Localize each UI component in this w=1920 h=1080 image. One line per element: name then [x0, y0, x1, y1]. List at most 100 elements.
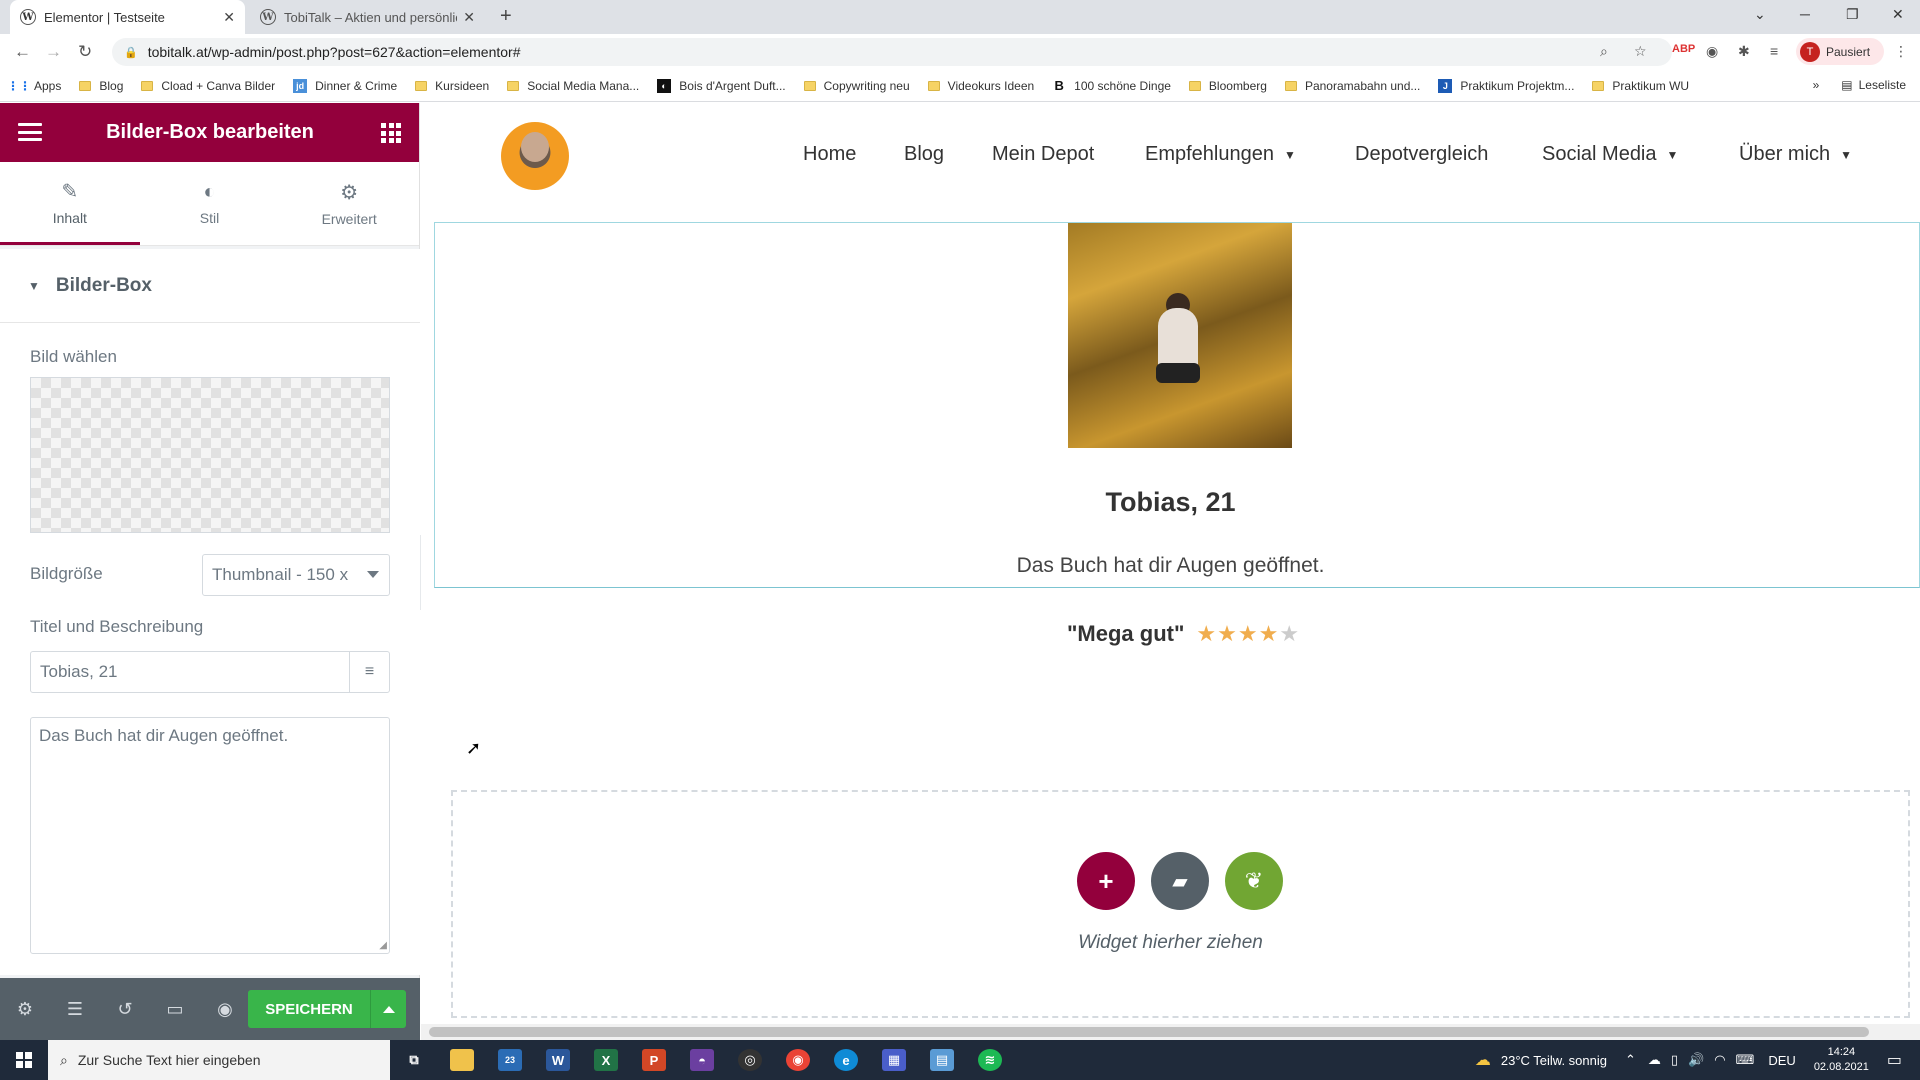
chrome-icon[interactable]: ◉ [774, 1040, 822, 1080]
bookmark-star-icon[interactable]: ☆ [1634, 43, 1647, 60]
star-rating-widget[interactable]: "Mega gut" ★★★★★ [1067, 621, 1300, 647]
bookmark-item[interactable]: jd Dinner & Crime [293, 78, 397, 93]
powerpoint-icon[interactable]: P [630, 1040, 678, 1080]
nav-mein-depot[interactable]: Mein Depot [992, 143, 1094, 166]
volume-icon[interactable]: 🔊 [1688, 1052, 1704, 1068]
bookmark-item[interactable]: Bloomberg [1188, 79, 1267, 93]
edge-icon[interactable]: e [822, 1040, 870, 1080]
grammarly-icon[interactable]: ◉ [1706, 43, 1718, 60]
new-tab-icon[interactable]: + [500, 5, 512, 28]
url-bar[interactable]: 🔒 tobitalk.at/wp-admin/post.php?post=627… [112, 38, 1672, 66]
reading-mode-icon[interactable]: ≡ [1770, 43, 1778, 59]
bookmark-item[interactable]: Cload + Canva Bilder [141, 79, 275, 93]
template-kit-leaf-icon[interactable]: ❦ [1225, 852, 1283, 910]
language-indicator[interactable]: DEU [1768, 1053, 1795, 1068]
chevron-up-icon[interactable]: ⌃ [1625, 1052, 1636, 1068]
bookmark-item[interactable]: Kursideen [415, 79, 489, 93]
section-toggle[interactable]: ▼ Bilder-Box [0, 249, 420, 323]
clock[interactable]: 14:24 02.08.2021 [1814, 1045, 1869, 1075]
add-section-button[interactable]: + [1077, 852, 1135, 910]
bookmark-item[interactable]: J Praktikum Projektm... [1438, 78, 1574, 93]
notifications-icon[interactable]: ▭ [1887, 1050, 1902, 1070]
back-icon[interactable]: ← [14, 42, 31, 62]
responsive-mode-icon[interactable]: ▭ [150, 999, 200, 1020]
history-icon[interactable]: ↺ [100, 999, 150, 1020]
bookmark-item[interactable]: Panoramabahn und... [1284, 79, 1420, 93]
settings-icon[interactable]: ⚙ [0, 999, 50, 1020]
bookmark-item[interactable]: Blog [79, 79, 123, 93]
image-box-photo[interactable] [1068, 223, 1292, 448]
save-options-button[interactable] [370, 990, 406, 1028]
resize-grip-icon[interactable]: ◢ [379, 940, 387, 951]
profile-button[interactable]: T Pausiert [1796, 38, 1884, 65]
image-chooser[interactable] [30, 377, 390, 533]
horizontal-scrollbar[interactable] [421, 1024, 1920, 1040]
nav-ueber-mich[interactable]: Über mich ▼ [1739, 143, 1852, 166]
nav-depotvergleich[interactable]: Depotvergleich [1355, 143, 1488, 166]
scrollbar-thumb[interactable] [429, 1027, 1869, 1037]
start-button[interactable] [0, 1040, 48, 1080]
folder-icon [507, 80, 520, 91]
title-input[interactable]: Tobias, 21 ≡ [30, 651, 390, 693]
keyboard-icon[interactable]: ⌨ [1736, 1052, 1755, 1068]
browser-tab-active[interactable]: W Elementor | Testseite ✕ [10, 0, 245, 34]
obs-icon[interactable]: ◎ [726, 1040, 774, 1080]
app-icon[interactable]: ◓ [678, 1040, 726, 1080]
zoom-icon[interactable]: ⌕ [1600, 43, 1608, 60]
tab-inhalt[interactable]: ✎ Inhalt [0, 162, 140, 245]
browser-tab-inactive[interactable]: W TobiTalk – Aktien und persönliche ✕ [250, 0, 485, 34]
spotify-icon[interactable]: ≋ [966, 1040, 1014, 1080]
pencil-icon: ✎ [61, 180, 79, 203]
image-size-select[interactable]: Thumbnail - 150 x [202, 554, 390, 596]
app-icon[interactable]: ▦ [870, 1040, 918, 1080]
add-template-folder-icon[interactable]: ▰ [1151, 852, 1209, 910]
mail-icon[interactable]: 23 [486, 1040, 534, 1080]
menu-dots-icon[interactable]: ⋮ [1894, 43, 1908, 60]
save-button[interactable]: SPEICHERN [248, 990, 370, 1028]
wifi-icon[interactable]: ◠ [1714, 1052, 1725, 1068]
close-tab-icon[interactable]: ✕ [223, 9, 235, 26]
tab-stil[interactable]: ◐ Stil [140, 162, 280, 245]
nav-home[interactable]: Home [803, 143, 856, 166]
excel-icon[interactable]: X [582, 1040, 630, 1080]
maximize-icon[interactable]: ❐ [1846, 6, 1859, 23]
bookmark-item[interactable]: Videokurs Ideen [927, 79, 1034, 93]
task-view-icon[interactable]: ⧉ [390, 1040, 438, 1080]
bookmark-item[interactable]: ◐ Bois d'Argent Duft... [657, 78, 786, 93]
close-window-icon[interactable]: ✕ [1892, 6, 1904, 23]
word-icon[interactable]: W [534, 1040, 582, 1080]
title-desc-label: Titel und Beschreibung [30, 617, 204, 636]
nav-empfehlungen[interactable]: Empfehlungen ▼ [1145, 143, 1296, 166]
image-box-description: Das Buch hat dir Augen geöffnet. [1016, 554, 1325, 577]
description-textarea[interactable]: Das Buch hat dir Augen geöffnet. ◢ [30, 717, 390, 954]
bookmark-item[interactable]: Social Media Mana... [507, 79, 639, 93]
bookmark-apps[interactable]: ⋮⋮ Apps [7, 79, 61, 93]
navigator-layers-icon[interactable]: ☰ [50, 999, 100, 1020]
reading-list-button[interactable]: » ▤ Leseliste [1813, 78, 1906, 92]
notepad-icon[interactable]: ▤ [918, 1040, 966, 1080]
nav-blog[interactable]: Blog [904, 143, 944, 166]
tab-search-icon[interactable]: ⌄ [1754, 6, 1766, 23]
reading-list-icon: ▤ [1841, 78, 1853, 92]
taskbar-search[interactable]: ⌕ Zur Suche Text hier eingeben [48, 1040, 390, 1080]
file-explorer-icon[interactable] [438, 1040, 486, 1080]
adblock-icon[interactable]: ABP [1672, 43, 1695, 55]
cloud-icon[interactable]: ☁ [1648, 1052, 1661, 1068]
bookmark-item[interactable]: B 100 schöne Dinge [1052, 78, 1170, 93]
extensions-icon[interactable]: ✱ [1738, 43, 1750, 60]
more-bookmarks-icon[interactable]: » [1813, 78, 1820, 92]
power-icon[interactable]: ▯ [1671, 1052, 1678, 1068]
preview-eye-icon[interactable]: ◉ [200, 999, 250, 1020]
bookmark-item[interactable]: Praktikum WU [1592, 79, 1689, 93]
close-tab-icon[interactable]: ✕ [463, 9, 475, 26]
site-logo[interactable] [501, 122, 569, 190]
widgets-grid-icon[interactable] [381, 123, 401, 143]
forward-icon[interactable]: → [45, 42, 62, 62]
minimize-icon[interactable]: ─ [1800, 6, 1810, 22]
nav-social-media[interactable]: Social Media ▼ [1542, 143, 1678, 166]
dynamic-tags-icon[interactable]: ≡ [349, 652, 389, 692]
tab-erweitert[interactable]: ⚙ Erweitert [279, 162, 419, 245]
reload-icon[interactable]: ↻ [78, 42, 92, 62]
weather-text[interactable]: 23°C Teilw. sonnig [1501, 1053, 1607, 1068]
bookmark-item[interactable]: Copywriting neu [803, 79, 910, 93]
